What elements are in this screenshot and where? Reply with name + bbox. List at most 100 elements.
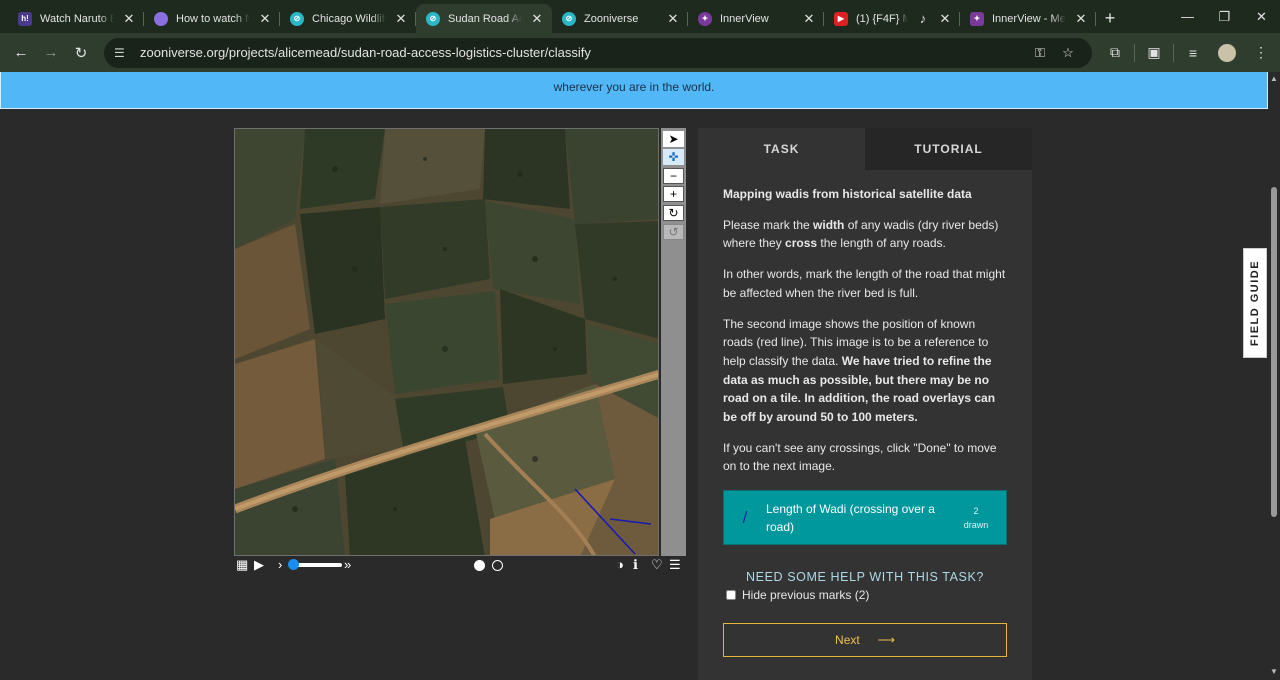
close-tab-icon[interactable]: ✕ (394, 11, 408, 27)
tab-favicon-icon: h! (18, 11, 32, 26)
extensions-icon[interactable]: ⧉ (1098, 44, 1132, 61)
close-tab-icon[interactable]: ✕ (258, 11, 272, 27)
tab-title: (1) {F4F} Mas (856, 12, 908, 25)
field-guide-button[interactable]: FIELD GUIDE (1243, 248, 1267, 358)
tool-option-label: Length of Wadi (crossing over a road) (766, 501, 935, 534)
browser-tab[interactable]: ⊘ Sudan Road Acce ✕ (416, 4, 552, 33)
checkbox-box[interactable] (726, 590, 736, 600)
restore-button[interactable]: ❐ (1206, 0, 1243, 33)
tab-tutorial[interactable]: TUTORIAL (865, 128, 1032, 170)
step-icon[interactable]: › (278, 556, 282, 574)
next-button[interactable]: Next ⟶ (723, 623, 1007, 657)
scroll-down-arrow[interactable]: ▼ (1270, 667, 1278, 676)
media-control-icon[interactable]: ≡ (1176, 45, 1210, 61)
hide-previous-marks-label: Hide previous marks (2) (742, 588, 870, 602)
pointer-icon[interactable]: ➤ (663, 131, 684, 147)
tab-favicon-icon: ⊘ (290, 11, 304, 26)
new-tab-button[interactable]: + (1096, 4, 1124, 33)
move-icon[interactable]: ✜ (663, 149, 684, 165)
bookmark-star-icon[interactable]: ☆ (1054, 45, 1082, 61)
close-tab-icon[interactable]: ✕ (530, 11, 544, 27)
tab-title: Chicago Wildlife (312, 12, 386, 25)
fast-forward-icon[interactable]: » (344, 556, 351, 574)
satellite-image[interactable] (235, 129, 659, 556)
tab-title: Watch Naruto En (40, 12, 114, 25)
announcement-banner: wherever you are in the world. (0, 72, 1268, 109)
browser-tab-strip: h! Watch Naruto En ✕ How to watch Na ✕ ⊘ Chica… (0, 0, 1280, 33)
subject-image-viewer[interactable] (234, 128, 659, 556)
task-heading: Mapping wadis from historical satellite … (723, 187, 972, 201)
close-tab-icon[interactable]: ✕ (802, 11, 816, 27)
site-info-icon[interactable]: ☰ (114, 46, 134, 60)
reload-button[interactable]: ↻ (66, 38, 96, 68)
reset-icon[interactable]: ↻ (663, 205, 684, 221)
arrow-right-icon: ⟶ (877, 633, 895, 647)
zoom-in-icon[interactable]: + (663, 186, 684, 202)
minimize-button[interactable]: — (1169, 0, 1206, 33)
password-key-icon[interactable]: ⚿ (1026, 45, 1054, 61)
browser-tab[interactable]: ⊘ Zooniverse ✕ (552, 4, 688, 33)
browser-tab[interactable]: ✦ InnerView ✕ (688, 4, 824, 33)
tab-audio-icon[interactable]: ♪ (916, 11, 930, 26)
collections-icon[interactable]: ☰ (669, 556, 681, 574)
frame-dot-2[interactable] (492, 560, 503, 571)
browser-tab[interactable]: ⊘ Chicago Wildlife ✕ (280, 4, 416, 33)
subject-frame-controls: ▦ ▶ › » ◑ ℹ ♡ ☰ (234, 556, 686, 574)
toolbar-divider (1134, 43, 1135, 62)
task-tabs: TASK TUTORIAL (698, 128, 1032, 170)
window-controls: — ❐ ✕ (1169, 0, 1280, 33)
instruction-paragraph-4: If you can't see any crossings, click "D… (723, 440, 997, 474)
banner-message: wherever you are in the world. (553, 80, 715, 94)
tab-title: InnerView - Mem (992, 12, 1066, 25)
close-tab-icon[interactable]: ✕ (122, 11, 136, 27)
wadi-length-tool-option[interactable]: / Length of Wadi (crossing over a road) … (723, 490, 1007, 545)
instruction-paragraph-3: The second image shows the position of k… (723, 316, 996, 425)
browser-tab[interactable]: h! Watch Naruto En ✕ (8, 4, 144, 33)
browser-tab[interactable]: ▶ (1) {F4F} Mas ♪ ✕ (824, 4, 960, 33)
viewer-toolbar: ➤ ✜ − + ↻ ↺ (661, 128, 686, 556)
close-tab-icon[interactable]: ✕ (938, 11, 952, 27)
frame-dot-1[interactable] (474, 560, 485, 571)
tab-task[interactable]: TASK (698, 128, 865, 170)
tab-favicon-icon: ✦ (698, 11, 712, 26)
tab-favicon-icon: ✦ (970, 11, 984, 26)
profile-avatar[interactable] (1218, 43, 1236, 62)
tab-title: How to watch Na (176, 12, 250, 25)
window-close-button[interactable]: ✕ (1243, 0, 1280, 33)
browser-menu-icon[interactable]: ⋮ (1244, 44, 1278, 61)
marks-drawn-count: 2 drawn (963, 505, 989, 530)
scroll-thumb[interactable] (1271, 187, 1277, 517)
scroll-up-arrow[interactable]: ▲ (1270, 74, 1278, 83)
task-panel: TASK TUTORIAL Mapping wadis from histori… (698, 128, 1032, 680)
hide-previous-marks-checkbox[interactable]: Hide previous marks (2) (726, 588, 869, 602)
task-instructions: Mapping wadis from historical satellite … (698, 170, 1032, 476)
grid-view-icon[interactable]: ▦ (236, 556, 248, 574)
play-icon[interactable]: ▶ (254, 556, 264, 574)
browser-tab[interactable]: ✦ InnerView - Mem ✕ (960, 4, 1096, 33)
tab-favicon-icon: ▶ (834, 11, 848, 26)
instruction-paragraph-2: In other words, mark the length of the r… (723, 267, 1006, 300)
tab-title: InnerView (720, 12, 769, 25)
back-button[interactable]: ← (6, 38, 36, 68)
zoom-out-icon[interactable]: − (663, 168, 684, 184)
instruction-paragraph-1: Please mark the width of any wadis (dry … (723, 217, 999, 251)
favorite-icon[interactable]: ♡ (651, 556, 663, 574)
need-help-link[interactable]: NEED SOME HELP WITH THIS TASK? (723, 570, 1007, 584)
browser-toolbar: ← → ↻ ☰ zooniverse.org/projects/alicemea… (0, 33, 1280, 72)
browser-tab[interactable]: How to watch Na ✕ (144, 4, 280, 33)
playback-speed-slider[interactable] (288, 559, 342, 570)
slider-knob[interactable] (288, 559, 299, 570)
page-scrollbar[interactable]: ▲ ▼ (1268, 72, 1280, 680)
forward-button[interactable]: → (36, 38, 66, 68)
address-bar[interactable]: ☰ zooniverse.org/projects/alicemead/suda… (104, 37, 1092, 68)
contrast-icon[interactable]: ◑ (616, 556, 624, 574)
cast-icon[interactable]: ▣ (1137, 44, 1171, 61)
tab-favicon-icon: ⊘ (426, 11, 440, 26)
info-icon[interactable]: ℹ (633, 556, 638, 574)
close-tab-icon[interactable]: ✕ (666, 11, 680, 27)
close-tab-icon[interactable]: ✕ (1074, 11, 1088, 27)
tab-favicon-icon: ⊘ (562, 11, 576, 26)
url-text[interactable]: zooniverse.org/projects/alicemead/sudan-… (140, 45, 1026, 60)
rotate-icon[interactable]: ↺ (663, 224, 684, 240)
field-guide-label: FIELD GUIDE (1249, 259, 1262, 347)
